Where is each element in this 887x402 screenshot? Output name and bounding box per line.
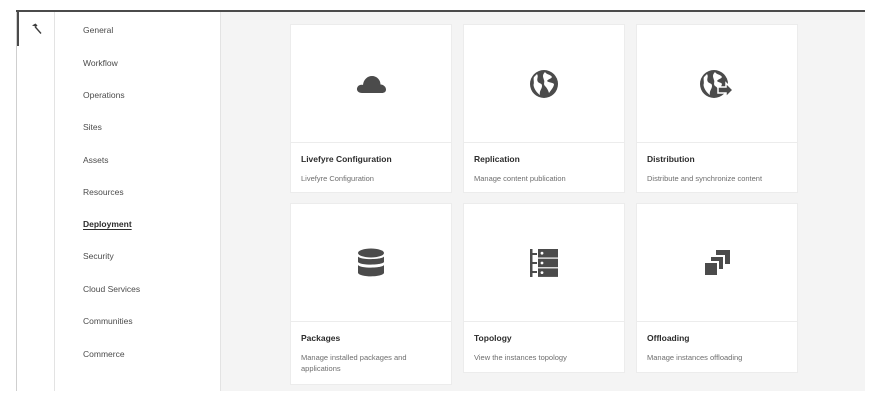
sidebar-item-sites[interactable]: Sites — [83, 122, 102, 132]
card-art — [637, 204, 797, 322]
globe-arrow-icon — [700, 69, 734, 99]
card-art — [637, 25, 797, 143]
sidebar-item-security[interactable]: Security — [83, 251, 114, 261]
card-packages[interactable]: Packages Manage installed packages and a… — [290, 203, 452, 385]
sidebar-nav: General Workflow Operations Sites Assets… — [54, 12, 221, 391]
sidebar-item-operations[interactable]: Operations — [83, 90, 125, 100]
sidebar-item-general[interactable]: General — [83, 25, 113, 35]
card-topology[interactable]: Topology View the instances topology — [463, 203, 625, 373]
card-title: Offloading — [647, 333, 690, 343]
sidebar-item-cloud-services[interactable]: Cloud Services — [83, 284, 140, 294]
sidebar-item-deployment[interactable]: Deployment — [83, 219, 132, 229]
card-description: Distribute and synchronize content — [647, 174, 763, 183]
card-title: Topology — [474, 333, 512, 343]
cloud-icon — [355, 73, 387, 95]
card-description: Livefyre Configuration — [301, 174, 374, 183]
card-title: Distribution — [647, 154, 695, 164]
card-replication[interactable]: Replication Manage content publication — [463, 24, 625, 193]
card-distribution[interactable]: Distribution Distribute and synchronize … — [636, 24, 798, 193]
card-description: Manage installed packages and applicatio… — [301, 353, 407, 373]
database-icon — [357, 248, 385, 278]
hammer-icon — [31, 23, 43, 35]
card-title: Packages — [301, 333, 341, 343]
card-art — [291, 25, 451, 143]
tool-rail — [16, 12, 54, 391]
topology-icon — [529, 248, 559, 278]
sidebar-item-commerce[interactable]: Commerce — [83, 349, 125, 359]
sidebar-item-workflow[interactable]: Workflow — [83, 58, 118, 68]
card-livefyre-configuration[interactable]: Livefyre Configuration Livefyre Configur… — [290, 24, 452, 193]
card-offloading[interactable]: Offloading Manage instances offloading — [636, 203, 798, 373]
sidebar-item-communities[interactable]: Communities — [83, 316, 133, 326]
card-description: Manage instances offloading — [647, 353, 743, 362]
card-description: Manage content publication — [474, 174, 566, 183]
sidebar-item-resources[interactable]: Resources — [83, 187, 124, 197]
sidebar-item-assets[interactable]: Assets — [83, 155, 109, 165]
offloading-icon — [703, 249, 731, 277]
card-art — [464, 204, 624, 322]
card-art — [464, 25, 624, 143]
card-title: Livefyre Configuration — [301, 154, 392, 164]
card-title: Replication — [474, 154, 520, 164]
tools-button[interactable] — [17, 12, 55, 46]
card-description: View the instances topology — [474, 353, 567, 362]
globe-icon — [529, 69, 559, 99]
card-art — [291, 204, 451, 322]
app-frame: General Workflow Operations Sites Assets… — [16, 10, 865, 391]
